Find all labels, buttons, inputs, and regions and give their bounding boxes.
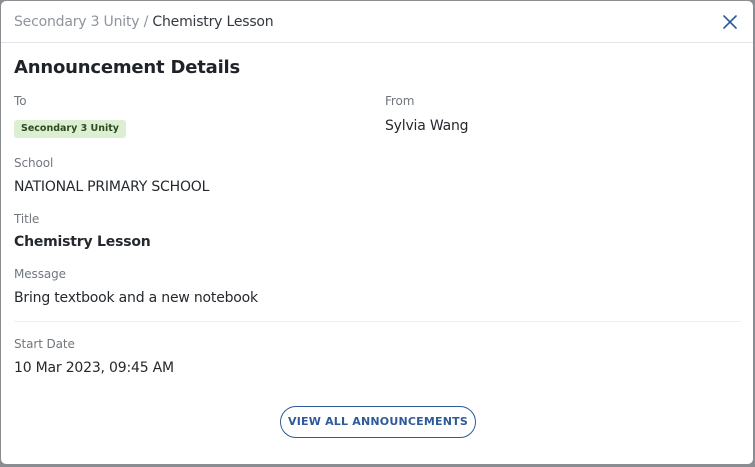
message-label: Message bbox=[14, 267, 66, 281]
title-label: Title bbox=[14, 212, 40, 226]
from-label: From bbox=[385, 94, 415, 108]
school-label: School bbox=[14, 156, 54, 170]
close-icon bbox=[723, 15, 737, 29]
message-value: Bring textbook and a new notebook bbox=[14, 290, 258, 306]
to-label: To bbox=[14, 94, 27, 108]
title-value: Chemistry Lesson bbox=[14, 234, 151, 250]
close-button[interactable] bbox=[720, 12, 740, 32]
breadcrumb-current: Chemistry Lesson bbox=[152, 14, 274, 30]
breadcrumb-parent[interactable]: Secondary 3 Unity bbox=[14, 14, 140, 30]
recipient-tag: Secondary 3 Unity bbox=[14, 120, 126, 138]
announcement-details-modal: Secondary 3 Unity / Chemistry Lesson Ann… bbox=[1, 1, 753, 464]
from-value: Sylvia Wang bbox=[385, 118, 469, 134]
page-title: Announcement Details bbox=[14, 57, 241, 78]
modal-header: Secondary 3 Unity / Chemistry Lesson bbox=[1, 1, 753, 43]
start-date-value: 10 Mar 2023, 09:45 AM bbox=[14, 360, 174, 376]
section-divider bbox=[14, 321, 741, 322]
start-date-label: Start Date bbox=[14, 337, 75, 351]
breadcrumb: Secondary 3 Unity / Chemistry Lesson bbox=[14, 13, 274, 31]
breadcrumb-separator: / bbox=[143, 14, 149, 30]
view-all-announcements-button[interactable]: VIEW ALL ANNOUNCEMENTS bbox=[280, 406, 476, 438]
school-value: NATIONAL PRIMARY SCHOOL bbox=[14, 179, 210, 195]
